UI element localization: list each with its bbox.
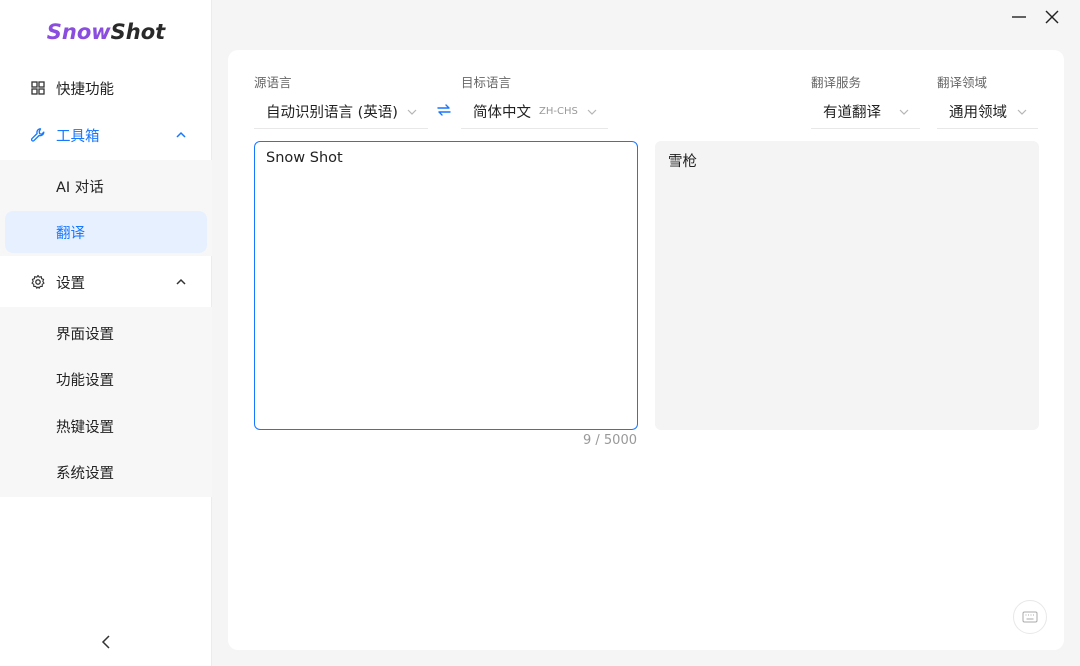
target-language-value: 简体中文 bbox=[473, 105, 531, 121]
sidebar-item-label: 快捷功能 bbox=[56, 81, 114, 98]
sidebar-item-label: 设置 bbox=[56, 275, 85, 292]
source-language-label: 源语言 bbox=[254, 75, 292, 90]
sidebar: SnowShot 快捷功能 工具箱 AI 对话 翻译 设置 界面设置 功能设置 … bbox=[0, 0, 212, 666]
translation-service-select[interactable]: 有道翻译 bbox=[811, 95, 920, 129]
sidebar-item-feature-settings[interactable]: 功能设置 bbox=[5, 358, 207, 400]
sidebar-item-label: 工具箱 bbox=[56, 128, 100, 145]
chevron-down-icon bbox=[407, 109, 417, 115]
target-language-label: 目标语言 bbox=[461, 75, 512, 90]
logo-text-shot: Shot bbox=[110, 20, 166, 44]
sidebar-item-label: 热键设置 bbox=[56, 419, 114, 436]
sidebar-item-ui-settings[interactable]: 界面设置 bbox=[5, 312, 207, 354]
chevron-down-icon bbox=[899, 109, 909, 115]
target-language-code: ZH-CHS bbox=[539, 106, 578, 117]
chevron-down-icon bbox=[1017, 109, 1027, 115]
logo-text-snow: Snow bbox=[46, 20, 111, 44]
sidebar-item-shortcuts[interactable]: 快捷功能 bbox=[0, 66, 212, 110]
translation-service-label: 翻译服务 bbox=[811, 75, 862, 90]
translation-result[interactable]: 雪枪 bbox=[655, 141, 1039, 430]
grid-icon bbox=[31, 81, 45, 95]
gear-icon bbox=[31, 274, 45, 289]
translation-service-value: 有道翻译 bbox=[823, 105, 881, 121]
sidebar-item-hotkey-settings[interactable]: 热键设置 bbox=[5, 405, 207, 447]
close-icon[interactable] bbox=[1043, 8, 1061, 26]
sidebar-item-label: 系统设置 bbox=[56, 465, 114, 482]
translation-result-text: 雪枪 bbox=[668, 154, 697, 170]
character-count: 9 / 5000 bbox=[583, 433, 637, 448]
translation-domain-label: 翻译领域 bbox=[937, 75, 988, 90]
target-language-select[interactable]: 简体中文 ZH-CHS bbox=[461, 95, 608, 129]
sidebar-item-system-settings[interactable]: 系统设置 bbox=[5, 451, 207, 493]
swap-languages-icon[interactable] bbox=[436, 102, 452, 118]
chevron-up-icon[interactable] bbox=[175, 277, 187, 287]
minimize-icon[interactable] bbox=[1010, 8, 1028, 26]
keyboard-shortcut-button[interactable] bbox=[1013, 600, 1047, 634]
sidebar-item-label: AI 对话 bbox=[56, 179, 104, 196]
sidebar-item-label: 界面设置 bbox=[56, 326, 114, 343]
keyboard-icon bbox=[1022, 611, 1038, 623]
source-text-input[interactable]: Snow Shot bbox=[254, 141, 638, 430]
source-language-select[interactable]: 自动识别语言 (英语) bbox=[254, 95, 428, 129]
app-logo: SnowShot bbox=[0, 20, 212, 44]
sidebar-item-toolbox[interactable]: 工具箱 bbox=[0, 113, 212, 157]
translation-domain-select[interactable]: 通用领域 bbox=[937, 95, 1038, 129]
sidebar-item-translate[interactable]: 翻译 bbox=[5, 211, 207, 253]
sidebar-item-label: 翻译 bbox=[56, 225, 85, 242]
wrench-icon bbox=[30, 128, 45, 142]
sidebar-item-ai-chat[interactable]: AI 对话 bbox=[5, 165, 207, 207]
collapse-sidebar-icon[interactable] bbox=[96, 630, 116, 654]
chevron-up-icon[interactable] bbox=[175, 130, 187, 140]
chevron-down-icon bbox=[587, 109, 597, 115]
sidebar-item-label: 功能设置 bbox=[56, 372, 114, 389]
source-language-value: 自动识别语言 (英语) bbox=[266, 105, 398, 121]
sidebar-item-settings[interactable]: 设置 bbox=[0, 260, 212, 304]
translation-domain-value: 通用领域 bbox=[949, 105, 1007, 121]
